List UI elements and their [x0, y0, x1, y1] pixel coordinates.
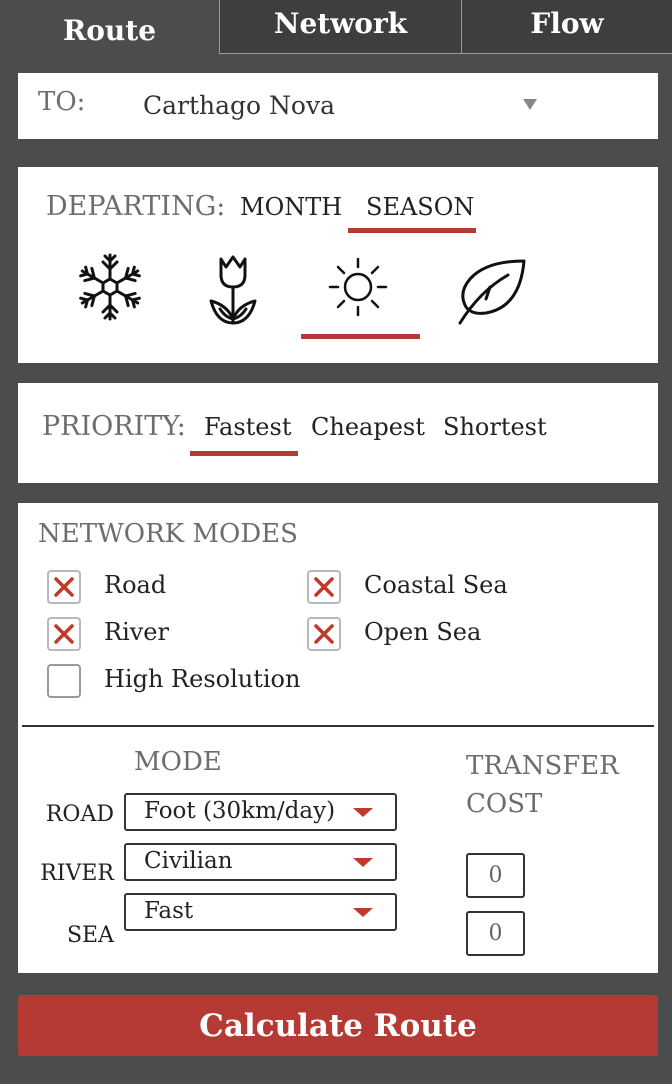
tab-flow-label: Flow — [530, 7, 604, 40]
section-divider — [22, 725, 654, 727]
priority-selected-underline — [190, 451, 298, 456]
tab-route-label: Route — [62, 13, 157, 47]
priority-cheapest-option[interactable]: Cheapest — [311, 413, 425, 441]
tab-bar: Route Network Flow — [0, 0, 672, 54]
river-mode-label: RIVER — [40, 861, 114, 886]
departing-label: DEPARTING: — [46, 191, 226, 222]
river-mode-select[interactable]: Civilian — [124, 843, 397, 881]
mode-header: MODE — [134, 747, 222, 777]
priority-label: PRIORITY: — [42, 411, 186, 442]
destination-label: TO: — [38, 87, 86, 117]
destination-panel: TO: Carthago Nova — [18, 73, 658, 139]
transfer-header-line1: TRANSFER — [466, 751, 619, 781]
season-selected-underline — [348, 228, 476, 233]
priority-fastest-option[interactable]: Fastest — [204, 413, 291, 441]
priority-shortest-option[interactable]: Shortest — [443, 413, 547, 441]
sea-transfer-cost-input[interactable]: 0 — [466, 911, 525, 956]
river-checkbox-label: River — [104, 618, 169, 646]
calculate-route-button[interactable]: Calculate Route — [18, 995, 658, 1056]
x-mark-icon — [314, 624, 334, 644]
open-sea-checkbox-label: Open Sea — [364, 618, 482, 646]
caret-down-icon — [353, 858, 373, 867]
priority-panel: PRIORITY: Fastest Cheapest Shortest — [18, 383, 658, 483]
sea-mode-value: Fast — [144, 898, 194, 924]
coastal-sea-checkbox-label: Coastal Sea — [364, 571, 508, 599]
high-resolution-checkbox-label: High Resolution — [104, 665, 301, 693]
destination-select[interactable]: Carthago Nova — [143, 91, 335, 120]
sea-mode-select[interactable]: Fast — [124, 893, 397, 931]
road-checkbox-label: Road — [104, 571, 167, 599]
leaf-icon[interactable] — [450, 247, 530, 327]
coastal-sea-checkbox[interactable] — [307, 570, 341, 604]
river-checkbox[interactable] — [47, 617, 81, 651]
sea-mode-label: SEA — [66, 923, 114, 948]
tab-route[interactable]: Route — [0, 0, 219, 54]
caret-down-icon — [353, 908, 373, 917]
departing-panel: DEPARTING: MONTH SEASON — [18, 167, 658, 363]
high-resolution-checkbox[interactable] — [47, 664, 81, 698]
tab-network[interactable]: Network — [219, 0, 461, 54]
caret-down-icon — [353, 808, 373, 817]
tab-flow[interactable]: Flow — [461, 0, 672, 54]
road-mode-select[interactable]: Foot (30km/day) — [124, 793, 397, 831]
sun-icon[interactable] — [318, 247, 398, 327]
departing-season-option[interactable]: SEASON — [366, 193, 474, 221]
x-mark-icon — [314, 577, 334, 597]
road-checkbox[interactable] — [47, 570, 81, 604]
river-mode-value: Civilian — [144, 848, 233, 874]
departing-month-option[interactable]: MONTH — [240, 193, 342, 221]
tab-network-label: Network — [273, 7, 408, 40]
tulip-icon[interactable] — [193, 247, 273, 327]
open-sea-checkbox[interactable] — [307, 617, 341, 651]
summer-selected-underline — [301, 334, 420, 339]
x-mark-icon — [54, 624, 74, 644]
caret-down-icon[interactable] — [523, 99, 537, 110]
road-mode-value: Foot (30km/day) — [144, 798, 336, 824]
transfer-cost-header: TRANSFER COST — [466, 747, 619, 823]
snowflake-icon[interactable] — [70, 247, 150, 327]
transfer-header-line2: COST — [466, 789, 543, 819]
network-modes-panel: NETWORK MODES Road Coastal Sea River Ope… — [18, 503, 658, 973]
x-mark-icon — [54, 577, 74, 597]
road-mode-label: ROAD — [45, 802, 114, 827]
river-transfer-cost-input[interactable]: 0 — [466, 853, 525, 898]
network-modes-title: NETWORK MODES — [38, 519, 298, 549]
